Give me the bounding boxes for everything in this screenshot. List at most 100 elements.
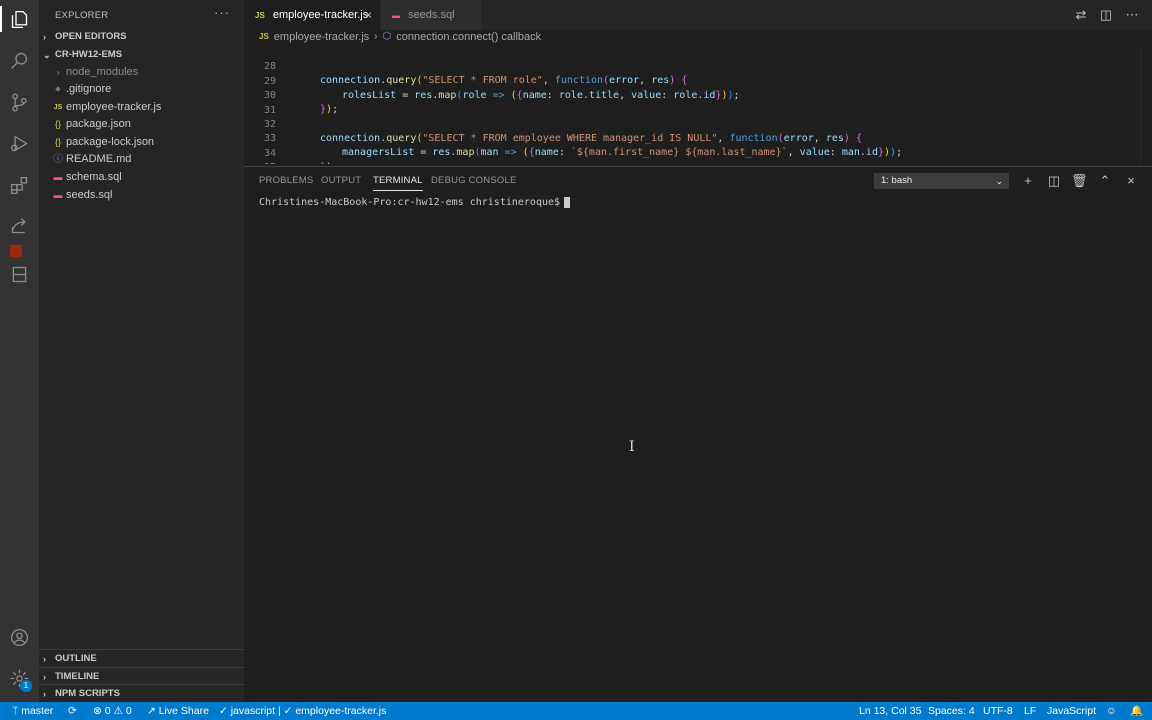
- language-check-status[interactable]: ✓ javascript | ✓ employee-tracker.js: [219, 702, 386, 720]
- more-actions-icon[interactable]: ⋯: [1124, 7, 1140, 23]
- breadcrumb-symbol[interactable]: connection.connect() callback: [396, 31, 541, 43]
- npm-scripts-label: NPM SCRIPTS: [55, 688, 120, 699]
- file-label: package-lock.json: [66, 136, 155, 148]
- line-ending[interactable]: LF: [1024, 702, 1036, 720]
- branch-status[interactable]: ᛘ master: [12, 702, 53, 720]
- file-schema-sql[interactable]: ▬ schema.sql: [39, 169, 244, 186]
- problems-status[interactable]: ⊗ 0 ⚠ 0: [93, 702, 132, 720]
- code-editor[interactable]: 28 connection.query("SELECT * FROM role"…: [244, 46, 1140, 164]
- editor-tabbar: JS employee-tracker.js × ▬ seeds.sql ⇄ ◫…: [244, 0, 1152, 30]
- code-text: managersList = res.map(man => ({name: `$…: [342, 147, 903, 158]
- language-check-label: javascript | ✓ employee-tracker.js: [230, 705, 387, 717]
- json-file-icon: {}: [54, 119, 61, 129]
- file-node-modules[interactable]: › node_modules: [39, 64, 244, 81]
- activity-bar: 1: [0, 0, 39, 702]
- code-text: rolesList = res.map(role => ({name: role…: [342, 90, 740, 101]
- project-section[interactable]: ⌄ CR-HW12-EMS: [39, 46, 244, 64]
- file-package-lock-json[interactable]: {} package-lock.json: [39, 134, 244, 151]
- source-control-icon[interactable]: [7, 90, 32, 115]
- sync-icon[interactable]: ⟳: [68, 702, 77, 720]
- bell-icon[interactable]: 🔔: [1130, 702, 1143, 720]
- chevron-up-icon[interactable]: ⌃: [1097, 173, 1113, 189]
- file-readme[interactable]: ⓘ README.md: [39, 151, 244, 168]
- timeline-section[interactable]: › TIMELINE: [39, 667, 244, 685]
- live-share-label: Live Share: [158, 705, 209, 717]
- code-line: 35: [244, 147, 276, 164]
- trash-icon[interactable]: 🗑: [1071, 173, 1088, 189]
- sql-file-icon: ▬: [53, 172, 63, 182]
- status-bar: ᛘ master ⟳ ⊗ 0 ⚠ 0 ↗ Live Share ✓ javasc…: [0, 702, 1152, 720]
- close-icon[interactable]: ×: [365, 0, 372, 30]
- search-icon[interactable]: [7, 48, 32, 73]
- tab-employee-tracker[interactable]: JS employee-tracker.js ×: [244, 0, 380, 30]
- js-file-icon: JS: [255, 11, 265, 20]
- tab-output[interactable]: OUTPUT: [321, 175, 361, 186]
- split-terminal-icon[interactable]: ◫: [1046, 173, 1062, 189]
- breadcrumb-file[interactable]: employee-tracker.js: [274, 31, 369, 43]
- template-string: `${man.first_name} ${man.last_name}`: [570, 147, 788, 158]
- gear-badge: 1: [20, 680, 32, 692]
- file-label: package.json: [66, 118, 131, 130]
- info-icon: ⓘ: [53, 154, 63, 165]
- breadcrumb: JS employee-tracker.js › ⬡ connection.connec…: [244, 30, 1152, 46]
- code-text: connection.query("SELECT * FROM role", f…: [320, 75, 688, 86]
- tab-problems[interactable]: PROBLEMS: [259, 175, 313, 186]
- live-share-status[interactable]: ↗ Live Share: [147, 702, 209, 720]
- npm-scripts-section[interactable]: › NPM SCRIPTS: [39, 684, 244, 702]
- close-icon[interactable]: ×: [1123, 173, 1139, 189]
- open-editors-section[interactable]: › OPEN EDITORS: [39, 28, 244, 46]
- live-share-icon[interactable]: [7, 213, 32, 238]
- open-changes-icon[interactable]: ⇄: [1073, 7, 1089, 23]
- chevron-right-icon: ›: [374, 31, 378, 43]
- run-debug-icon[interactable]: [7, 131, 32, 156]
- chevron-right-icon: ›: [43, 32, 46, 42]
- active-indicator: [0, 6, 2, 32]
- language-mode[interactable]: JavaScript: [1047, 702, 1096, 720]
- outline-section[interactable]: › OUTLINE: [39, 649, 244, 667]
- encoding[interactable]: UTF-8: [983, 702, 1013, 720]
- file-seeds-sql[interactable]: ▬ seeds.sql: [39, 187, 244, 204]
- sidebar-title: EXPLORER: [55, 10, 109, 21]
- editor-scrollbar[interactable]: [1140, 46, 1152, 164]
- stop-icon[interactable]: [10, 245, 22, 257]
- tab-seeds-sql[interactable]: ▬ seeds.sql: [381, 0, 481, 30]
- terminal-select-value: 1: bash: [881, 175, 913, 186]
- new-terminal-icon[interactable]: +: [1020, 173, 1036, 189]
- text-cursor-icon: I: [629, 439, 635, 455]
- file-label: .gitignore: [66, 83, 112, 95]
- sql-file-icon: ▬: [53, 190, 63, 200]
- chevron-down-icon: ⌄: [995, 176, 1003, 186]
- file-gitignore[interactable]: ◆ .gitignore: [39, 81, 244, 98]
- live-share-icon: ↗: [147, 705, 159, 717]
- tab-debug-console[interactable]: DEBUG CONSOLE: [431, 175, 516, 186]
- tab-terminal[interactable]: TERMINAL: [373, 175, 423, 191]
- account-icon[interactable]: [7, 625, 32, 650]
- file-employee-tracker[interactable]: JS employee-tracker.js: [39, 99, 244, 116]
- terminal-cursor: [564, 196, 571, 208]
- database-icon[interactable]: [7, 262, 32, 287]
- tab-label: employee-tracker.js: [272, 9, 369, 21]
- split-editor-icon[interactable]: ◫: [1098, 7, 1114, 23]
- terminal-select[interactable]: 1: bash ⌄: [874, 173, 1009, 189]
- tab-label: seeds.sql: [408, 9, 455, 21]
- extensions-icon[interactable]: [7, 173, 32, 198]
- file-label: employee-tracker.js: [66, 101, 162, 113]
- indentation[interactable]: Spaces: 4: [928, 702, 975, 720]
- code-text: });: [320, 161, 338, 164]
- branch-icon: ᛘ: [12, 705, 22, 717]
- chevron-down-icon: ⌄: [43, 50, 51, 60]
- project-label: CR-HW12-EMS: [55, 49, 123, 60]
- cursor-position[interactable]: Ln 13, Col 35: [859, 702, 921, 720]
- terminal-output[interactable]: Christines-MacBook-Pro:cr-hw12-ems chris…: [259, 196, 571, 210]
- feedback-icon[interactable]: ☺: [1106, 702, 1117, 720]
- chevron-right-icon: ›: [43, 654, 46, 664]
- more-actions-icon[interactable]: ···: [214, 5, 230, 20]
- check-icon: ✓: [219, 705, 231, 717]
- terminal-prompt: Christines-MacBook-Pro:cr-hw12-ems chris…: [259, 197, 561, 208]
- code-line: 28 connection.query("SELECT * FROM role"…: [244, 46, 687, 86]
- explorer-icon[interactable]: [7, 7, 32, 32]
- chevron-right-icon: ›: [56, 67, 60, 77]
- file-package-json[interactable]: {} package.json: [39, 116, 244, 133]
- timeline-label: TIMELINE: [55, 671, 100, 682]
- terminal-panel: PROBLEMS OUTPUT TERMINAL DEBUG CONSOLE 1…: [244, 166, 1152, 702]
